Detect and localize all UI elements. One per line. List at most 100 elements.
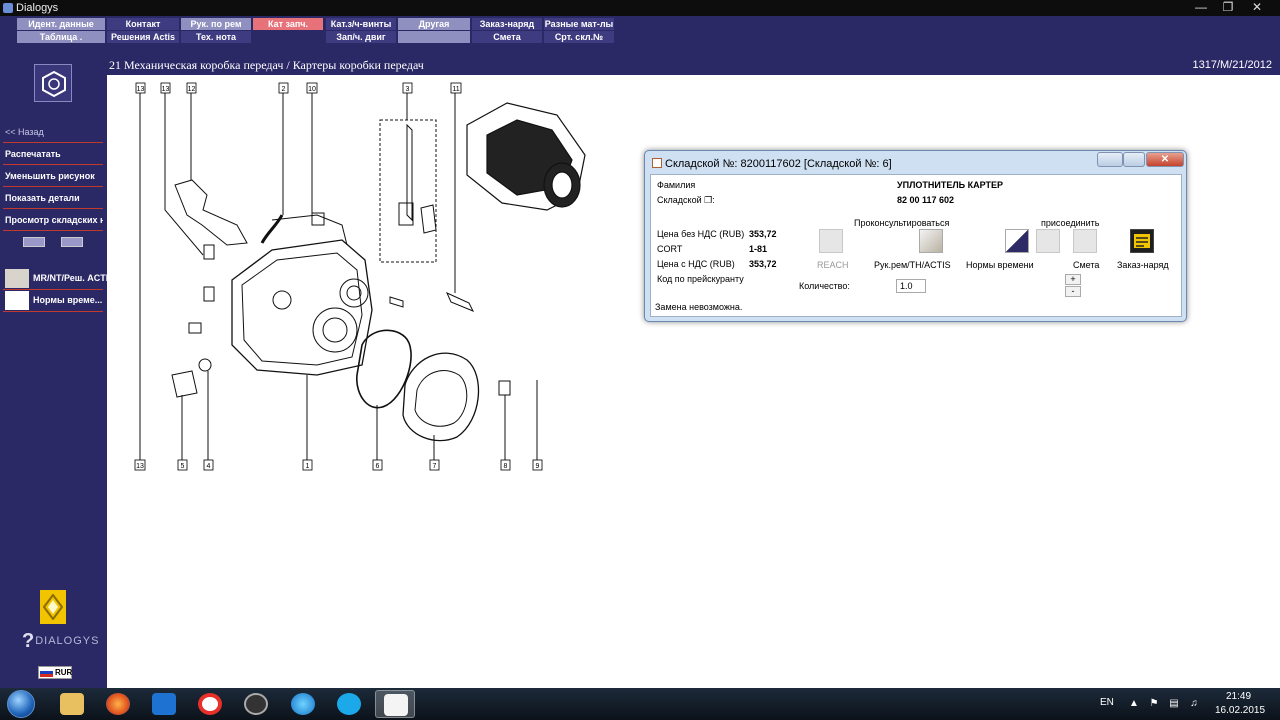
callout-2-label: 2 bbox=[282, 86, 286, 93]
work-order-label[interactable]: Заказ-наряд bbox=[1117, 260, 1169, 270]
currency-label: RUR bbox=[55, 668, 73, 677]
taskbar-firefox[interactable] bbox=[98, 690, 138, 718]
status-message: Замена невозможна. bbox=[655, 302, 743, 312]
sklad-value: 82 00 117 602 bbox=[897, 195, 955, 205]
callout-9-label: 9 bbox=[536, 463, 540, 470]
menu-repair-manual[interactable]: Рук. по рем bbox=[181, 18, 251, 30]
input-language[interactable]: EN bbox=[1100, 697, 1114, 708]
menu-table[interactable]: Таблица . bbox=[17, 31, 105, 43]
taskbar-skype[interactable] bbox=[329, 690, 369, 718]
cort-label: CORT bbox=[657, 244, 683, 254]
dialog-minimize-button[interactable] bbox=[1097, 152, 1123, 167]
back-link[interactable]: << Назад bbox=[3, 121, 103, 143]
window-titlebar: Dialogys — ❐ ✕ bbox=[0, 0, 1280, 16]
attach-label: присоединить bbox=[1041, 218, 1100, 228]
windows-logo-icon bbox=[7, 690, 35, 718]
page-title: 21 Механическая коробка передач / Картер… bbox=[109, 58, 424, 72]
menu-other[interactable]: Другая bbox=[398, 18, 470, 30]
labor-times-label[interactable]: Нормы времени bbox=[966, 260, 1034, 270]
labor-times-icon[interactable] bbox=[1005, 229, 1029, 253]
quantity-decrease-button[interactable]: - bbox=[1065, 286, 1081, 297]
estimate-icon[interactable] bbox=[1073, 229, 1097, 253]
menu-ident[interactable]: Идент. данные bbox=[17, 18, 105, 30]
callout-7-label: 7 bbox=[433, 463, 437, 470]
windows-taskbar: EN ▲ ⚑ ▤ ♫ 21:49 16.02.2015 bbox=[0, 688, 1280, 720]
price-vat-label: Цена с НДС (RUB) bbox=[657, 259, 735, 269]
view-toggle-right-icon[interactable] bbox=[61, 237, 83, 247]
taskbar-yandex[interactable] bbox=[190, 690, 230, 718]
part-info-dialog: Складской №: 8200117602 [Складской №: 6]… bbox=[644, 150, 1187, 322]
menu-work-order[interactable]: Заказ-наряд bbox=[472, 18, 542, 30]
show-hidden-icons-icon[interactable]: ▲ bbox=[1128, 698, 1140, 709]
yandex-icon bbox=[198, 693, 222, 715]
callout-12-label: 12 bbox=[188, 86, 196, 93]
callout-3-label: 3 bbox=[406, 86, 410, 93]
java-app-icon bbox=[652, 158, 662, 168]
quantity-input[interactable]: 1.0 bbox=[896, 279, 926, 293]
cort-value: 1-81 bbox=[749, 244, 768, 254]
minimize-button[interactable]: — bbox=[1187, 0, 1215, 16]
sklad-label-text: Складской bbox=[657, 195, 702, 205]
menu-parts-catalog[interactable]: Кат запч. bbox=[253, 18, 323, 30]
attach-disabled-icon bbox=[1036, 229, 1060, 253]
callout-13-a-label: 13 bbox=[137, 86, 145, 93]
menu-sort-stock[interactable]: Срт. скл.№ bbox=[544, 31, 614, 43]
russia-flag-icon bbox=[40, 668, 53, 677]
currency-selector[interactable]: RUR bbox=[38, 666, 72, 679]
view-toggle-left-icon[interactable] bbox=[23, 237, 45, 247]
network-icon[interactable]: ▤ bbox=[1168, 698, 1180, 709]
maxthon-icon bbox=[152, 693, 176, 715]
top-menu: Идент. данные Контакт Рук. по рем Кат за… bbox=[0, 16, 1280, 44]
sf-app-icon bbox=[244, 693, 268, 715]
close-button[interactable]: ✕ bbox=[1243, 0, 1271, 16]
maximize-button[interactable]: ❐ bbox=[1214, 0, 1242, 16]
taskbar-explorer[interactable] bbox=[52, 690, 92, 718]
actis-solutions-tool[interactable]: MR/NT/Реш. ACTIS bbox=[3, 268, 114, 290]
menu-actis-solutions[interactable]: Решения Actis bbox=[107, 31, 179, 43]
menu-misc-materials[interactable]: Разные мат-лы bbox=[544, 18, 614, 30]
labor-tool-label: Нормы време... bbox=[33, 295, 103, 305]
sklad-label: Складской ❐: bbox=[657, 195, 715, 205]
dialog-title: Складской №: 8200117602 [Складской №: 6] bbox=[665, 158, 892, 170]
consult-label: Проконсультироваться bbox=[854, 218, 950, 228]
taskbar-app-sf[interactable] bbox=[236, 690, 276, 718]
clock-time[interactable]: 21:49 bbox=[1226, 691, 1251, 702]
stock-numbers-button[interactable]: Просмотр складских но... bbox=[3, 209, 103, 231]
vehicle-selector-button[interactable] bbox=[34, 64, 72, 102]
taskbar-java[interactable] bbox=[375, 690, 415, 718]
folder-icon bbox=[60, 693, 84, 715]
menu-contact[interactable]: Контакт bbox=[107, 18, 179, 30]
repair-manual-label[interactable]: Рук.рем/TH/ACTIS bbox=[874, 260, 951, 270]
menu-tech-note[interactable]: Тех. нота bbox=[181, 31, 251, 43]
menu-screws-catalog[interactable]: Кат.з/ч-винты bbox=[326, 18, 396, 30]
clock-date[interactable]: 16.02.2015 bbox=[1215, 705, 1265, 716]
start-button[interactable] bbox=[4, 689, 38, 719]
family-label: Фамилия bbox=[657, 180, 696, 190]
callout-6-label: 6 bbox=[376, 463, 380, 470]
labor-times-tool[interactable]: Нормы време... bbox=[3, 290, 103, 312]
reach-icon bbox=[819, 229, 843, 253]
menu-engine-parts[interactable]: Зап/ч. двиг bbox=[326, 31, 396, 43]
browser-icon bbox=[291, 693, 315, 715]
print-button[interactable]: Распечатать bbox=[3, 143, 103, 165]
zoom-out-button[interactable]: Уменьшить рисунок bbox=[3, 165, 103, 187]
dialog-close-button[interactable]: ✕ bbox=[1146, 152, 1184, 167]
repair-manual-icon[interactable] bbox=[919, 229, 943, 253]
price-net-value: 353,72 bbox=[749, 229, 777, 239]
app-icon bbox=[3, 3, 13, 13]
taskbar-browser[interactable] bbox=[283, 690, 323, 718]
volume-icon[interactable]: ♫ bbox=[1188, 698, 1200, 709]
work-order-glyph-icon bbox=[1134, 234, 1150, 248]
action-center-flag-icon[interactable]: ⚑ bbox=[1148, 698, 1160, 709]
menu-estimate[interactable]: Смета bbox=[472, 31, 542, 43]
callout-10-label: 10 bbox=[308, 86, 316, 93]
clock-icon bbox=[5, 291, 29, 310]
price-net-label: Цена без НДС (RUB) bbox=[657, 229, 745, 239]
work-order-icon[interactable] bbox=[1130, 229, 1154, 253]
dialog-maximize-button[interactable] bbox=[1123, 152, 1145, 167]
estimate-label[interactable]: Смета bbox=[1073, 260, 1099, 270]
quantity-increase-button[interactable]: + bbox=[1065, 274, 1081, 285]
callout-13-b-label: 13 bbox=[162, 86, 170, 93]
taskbar-maxthon[interactable] bbox=[144, 690, 184, 718]
show-details-button[interactable]: Показать детали bbox=[3, 187, 103, 209]
